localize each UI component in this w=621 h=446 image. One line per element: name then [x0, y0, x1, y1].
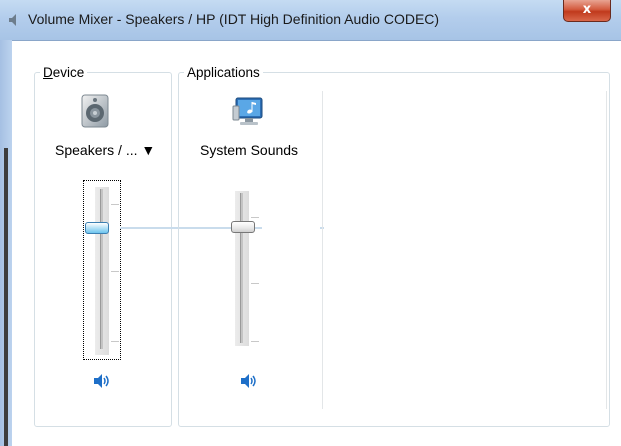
window-frame-left	[0, 40, 12, 446]
speaker-title-icon	[9, 14, 16, 26]
title-bar[interactable]: Volume Mixer - Speakers / HP (IDT High D…	[0, 0, 621, 40]
window-title: Volume Mixer - Speakers / HP (IDT High D…	[28, 11, 440, 27]
applications-group-label: Applications	[184, 65, 263, 80]
device-dropdown[interactable]: Speakers / ... ▼	[55, 142, 155, 158]
device-mute-button[interactable]	[93, 373, 111, 389]
volume-mixer-window: Volume Mixer - Speakers / HP (IDT High D…	[0, 0, 621, 446]
device-volume-slider[interactable]	[83, 180, 121, 360]
device-volume-thumb[interactable]	[85, 222, 109, 234]
system-sounds-volume-thumb[interactable]	[231, 221, 255, 233]
system-sounds-icon[interactable]	[232, 94, 268, 128]
system-sounds-mute-button[interactable]	[240, 373, 258, 389]
close-button[interactable]: x	[563, 0, 611, 22]
device-group-label: Device	[40, 65, 88, 80]
app-name-system-sounds: System Sounds	[200, 142, 299, 158]
system-sounds-volume-slider[interactable]	[225, 191, 275, 351]
speaker-device-icon[interactable]	[80, 94, 110, 128]
applications-divider	[322, 91, 323, 409]
mixer-client-area: Device Speakers / ... ▼ Applications Sys…	[12, 40, 621, 446]
